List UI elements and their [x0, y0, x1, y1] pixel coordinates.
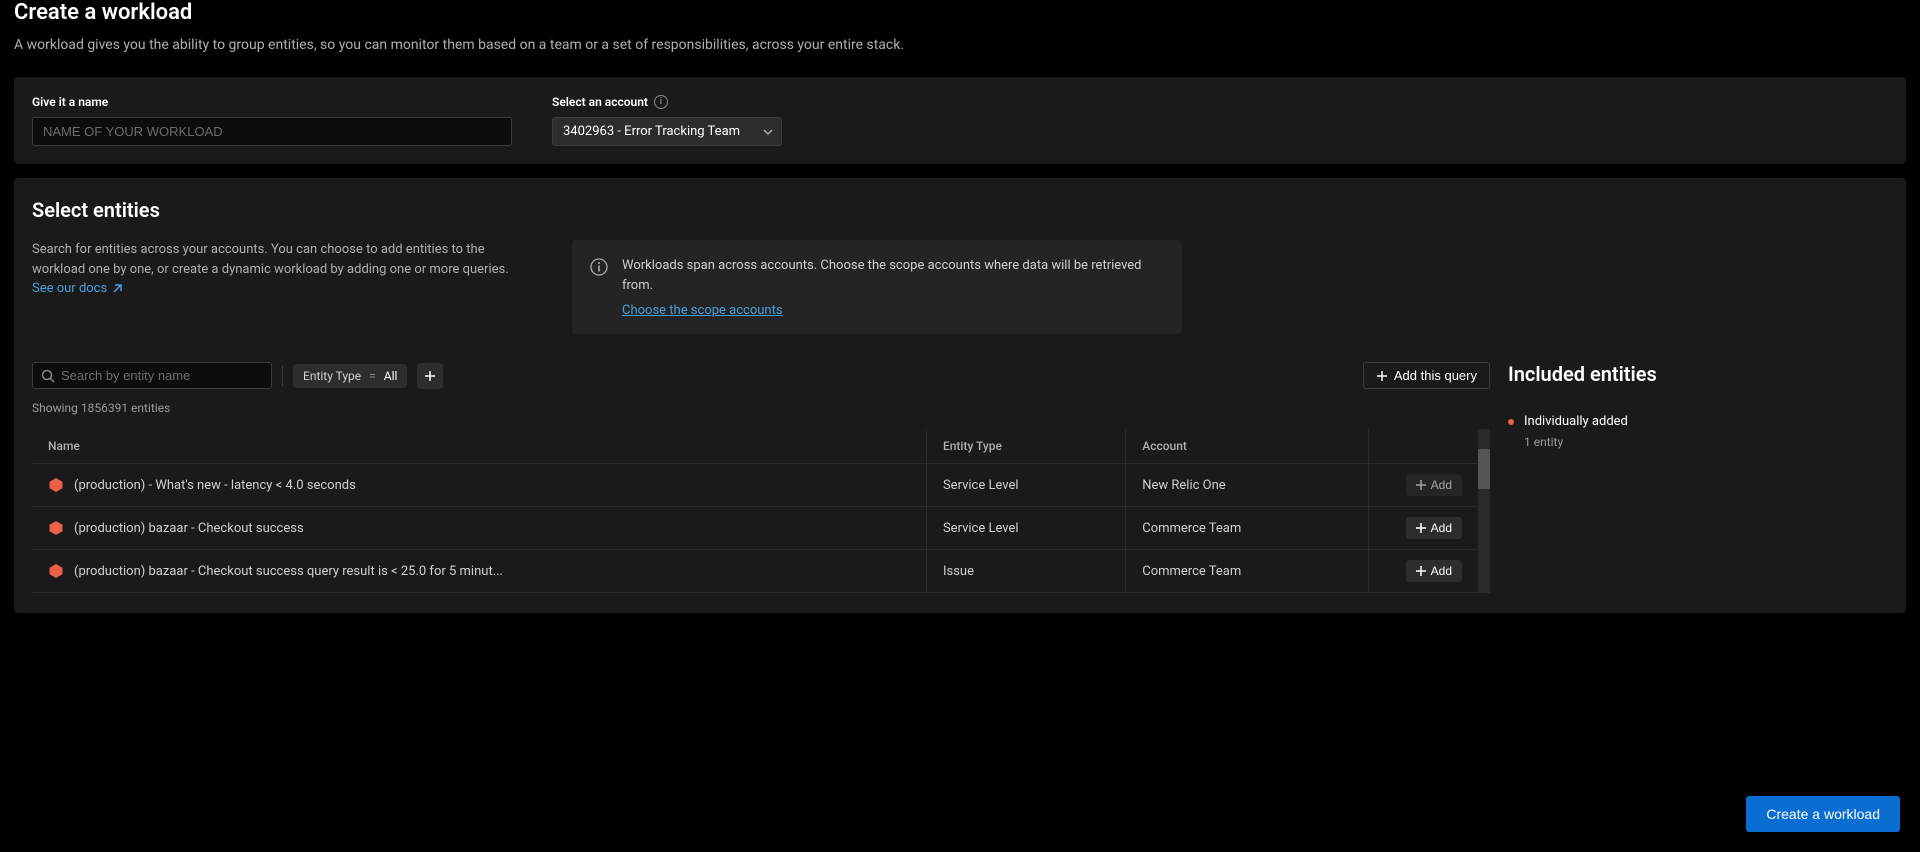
divider — [282, 366, 283, 386]
select-entities-heading: Select entities — [32, 198, 1888, 222]
help-text-body: Search for entities across your accounts… — [32, 242, 509, 277]
entity-name-cell: (production) bazaar - Checkout success — [48, 520, 910, 536]
see-docs-link[interactable]: See our docs — [32, 279, 123, 299]
included-entities-heading: Included entities — [1508, 362, 1888, 386]
col-name: Name — [32, 429, 926, 464]
included-item: Individually added — [1508, 410, 1888, 433]
account-field-label: Select an account i — [552, 95, 782, 109]
add-entity-button[interactable]: Add — [1406, 517, 1462, 539]
add-entity-label: Add — [1431, 564, 1452, 578]
plus-icon — [1416, 480, 1426, 490]
add-entity-button[interactable]: Add — [1406, 474, 1462, 496]
plus-icon — [1416, 566, 1426, 576]
entity-type-cell: Service Level — [926, 507, 1125, 550]
name-field-label: Give it a name — [32, 95, 512, 109]
filter-value: All — [384, 369, 398, 383]
info-icon[interactable]: i — [654, 95, 668, 109]
status-bullet — [1508, 419, 1514, 425]
add-this-query-button[interactable]: Add this query — [1363, 362, 1490, 389]
table-row: (production) - What's new - latency < 4.… — [32, 464, 1478, 507]
entities-table: Name Entity Type Account (production) - … — [32, 429, 1478, 593]
col-action — [1368, 429, 1478, 464]
table-row: (production) bazaar - Checkout success Se… — [32, 507, 1478, 550]
select-entities-help: Search for entities across your accounts… — [32, 240, 512, 299]
included-entities-panel: Included entities Individually added 1 e… — [1508, 362, 1888, 593]
filter-row: Entity Type = All — [32, 362, 1490, 389]
add-entity-label: Add — [1431, 478, 1452, 492]
entity-name-cell: (production) - What's new - latency < 4.… — [48, 477, 910, 493]
chevron-down-icon — [763, 127, 773, 137]
showing-count: Showing 1856391 entities — [32, 401, 1490, 415]
entity-name: (production) bazaar - Checkout success — [74, 521, 304, 536]
account-field-label-text: Select an account — [552, 95, 648, 109]
account-cell: Commerce Team — [1126, 507, 1368, 550]
add-query-label: Add this query — [1394, 368, 1477, 383]
plus-icon — [1376, 370, 1388, 382]
choose-scope-link[interactable]: Choose the scope accounts — [622, 303, 1164, 318]
account-cell: New Relic One — [1126, 464, 1368, 507]
account-select[interactable]: 3402963 - Error Tracking Team — [552, 117, 782, 146]
scope-info-text: Workloads span across accounts. Choose t… — [622, 256, 1164, 295]
included-item-label: Individually added — [1524, 414, 1628, 429]
entity-type-filter[interactable]: Entity Type = All — [293, 364, 407, 388]
add-entity-label: Add — [1431, 521, 1452, 535]
plus-icon — [1416, 523, 1426, 533]
entity-name: (production) bazaar - Checkout success q… — [74, 564, 503, 579]
account-cell: Commerce Team — [1126, 550, 1368, 593]
entity-type-cell: Service Level — [926, 464, 1125, 507]
entity-name: (production) - What's new - latency < 4.… — [74, 478, 356, 493]
filter-op: = — [369, 369, 376, 383]
table-row: (production) bazaar - Checkout success q… — [32, 550, 1478, 593]
select-entities-card: Select entities Search for entities acro… — [14, 178, 1906, 613]
account-select-value: 3402963 - Error Tracking Team — [563, 124, 740, 139]
status-hexagon-icon — [48, 520, 64, 536]
page-title: Create a workload — [14, 0, 1906, 25]
add-entity-button[interactable]: Add — [1406, 560, 1462, 582]
workload-name-input[interactable] — [32, 117, 512, 146]
account-field: Select an account i 3402963 - Error Trac… — [552, 95, 782, 146]
entity-search-input[interactable] — [61, 368, 263, 383]
scope-info-panel: Workloads span across accounts. Choose t… — [572, 240, 1182, 334]
entity-type-cell: Issue — [926, 550, 1125, 593]
entity-name-cell: (production) bazaar - Checkout success q… — [48, 563, 910, 579]
search-icon — [41, 369, 55, 383]
entity-search-wrap[interactable] — [32, 362, 272, 389]
scroll-thumb[interactable] — [1478, 449, 1490, 489]
table-scrollbar[interactable] — [1478, 429, 1490, 593]
info-icon — [590, 258, 608, 276]
col-entity-type: Entity Type — [926, 429, 1125, 464]
page-description: A workload gives you the ability to grou… — [14, 37, 1906, 53]
status-hexagon-icon — [48, 563, 64, 579]
col-account: Account — [1126, 429, 1368, 464]
see-docs-link-text: See our docs — [32, 279, 107, 299]
name-field: Give it a name — [32, 95, 512, 146]
filter-key: Entity Type — [303, 369, 361, 383]
included-item-count: 1 entity — [1508, 435, 1888, 449]
create-workload-button[interactable]: Create a workload — [1746, 796, 1900, 832]
external-link-icon — [111, 283, 123, 295]
name-account-card: Give it a name Select an account i 34029… — [14, 77, 1906, 164]
add-filter-button[interactable] — [417, 363, 443, 389]
status-hexagon-icon — [48, 477, 64, 493]
plus-icon — [424, 370, 436, 382]
